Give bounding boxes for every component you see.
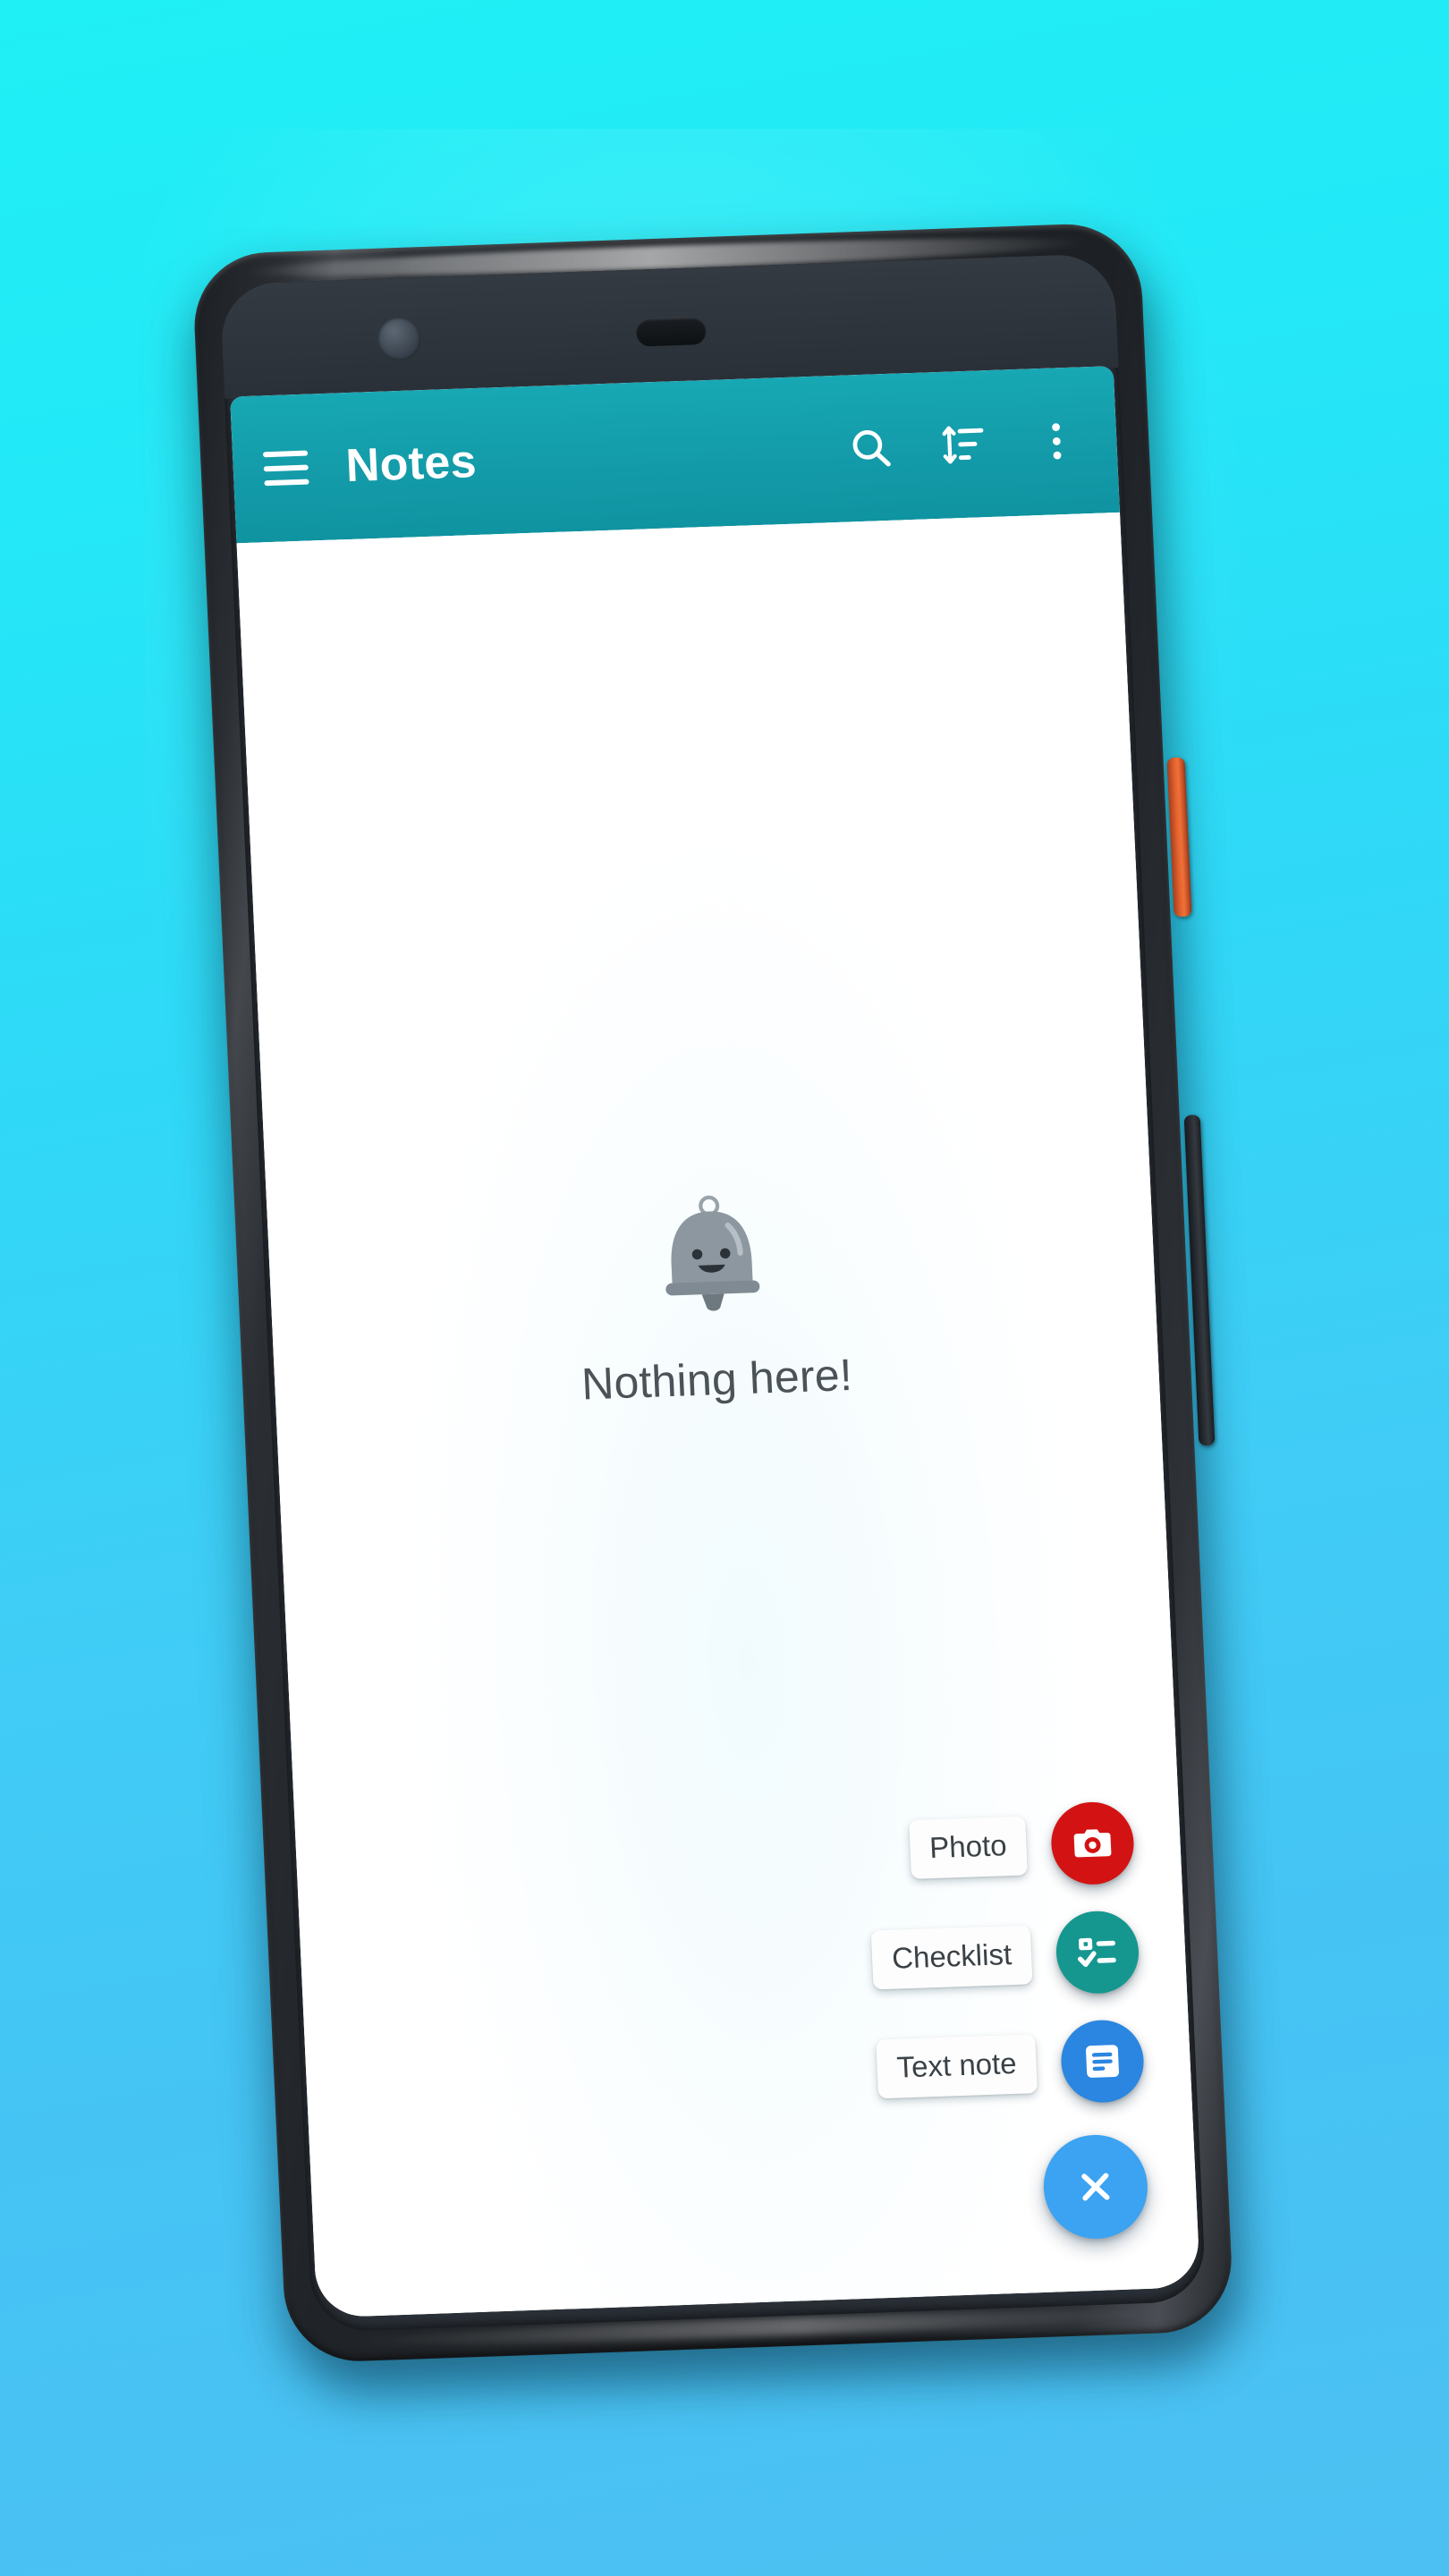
earpiece-speaker-icon [635,317,707,347]
fab-item-checklist[interactable]: Checklist [870,1910,1141,2001]
fab-speed-dial: Photo Checklist Text note [866,1801,1152,2246]
text-note-icon [1086,2045,1120,2078]
fab-label-text-note[interactable]: Text note [876,2034,1038,2099]
camera-icon [1073,1829,1112,1858]
app-bar-actions [845,416,1087,472]
front-camera-icon [377,317,422,361]
fab-button-text-note[interactable] [1059,2019,1146,2105]
page-title: Notes [344,436,478,493]
fab-label-photo[interactable]: Photo [908,1816,1028,1879]
empty-state-message: Nothing here! [580,1349,854,1410]
phone-mockup: Notes Nothing here! Photo Checklist Text… [191,221,1250,2399]
phone-frame: Notes Nothing here! Photo Checklist Text… [191,221,1235,2364]
search-icon[interactable] [845,423,895,473]
overflow-menu-icon[interactable] [1031,416,1081,466]
sort-icon[interactable] [938,419,988,470]
fab-item-text-note[interactable]: Text note [876,2019,1146,2110]
close-x-icon [1081,2173,1110,2201]
notes-list-area: Nothing here! Photo Checklist Text note [236,512,1201,2318]
fab-button-checklist[interactable] [1054,1910,1141,1996]
empty-state: Nothing here! [267,1174,1159,1420]
checklist-icon [1078,1937,1116,1967]
hamburger-line [264,479,309,487]
app-bar-left: Notes [262,422,847,496]
hamburger-line [262,450,309,458]
fab-item-photo[interactable]: Photo [908,1801,1136,1891]
phone-bezel: Notes Nothing here! Photo Checklist Text… [219,253,1207,2333]
bell-smiling-icon [641,1187,782,1326]
hamburger-line [263,464,309,472]
fab-close-button[interactable] [1041,2132,1150,2241]
hamburger-menu-icon[interactable] [262,450,309,487]
fab-button-photo[interactable] [1049,1801,1136,1886]
fab-label-checklist[interactable]: Checklist [870,1925,1033,1990]
phone-screen: Notes Nothing here! Photo Checklist Text… [230,366,1201,2318]
